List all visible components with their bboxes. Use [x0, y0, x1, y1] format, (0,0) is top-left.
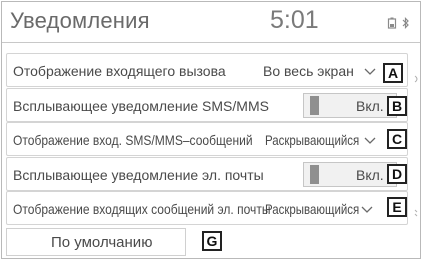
- toggle-indicator: [310, 96, 319, 115]
- toggle-indicator: [310, 165, 319, 184]
- page-title: Уведомления: [10, 8, 150, 33]
- default-button[interactable]: По умолчанию: [6, 228, 186, 256]
- scroll-indicator: [414, 70, 420, 83]
- email-message-display-value: Раскрывающийся: [265, 201, 360, 217]
- phone-battery-icon: [387, 16, 397, 34]
- sms-popup-notification-label: Всплывающее уведомление SMS/MMS: [13, 98, 269, 114]
- bluetooth-icon: [402, 16, 410, 34]
- clock: 5:01: [270, 6, 319, 34]
- callout-a: A: [383, 63, 403, 83]
- toggle-label: Вкл.: [356, 98, 384, 114]
- sms-popup-notification-row[interactable]: Всплывающее уведомление SMS/MMS Вкл.: [6, 88, 408, 122]
- sms-message-display-value: Раскрывающийся: [265, 132, 360, 148]
- email-popup-notification-row[interactable]: Всплывающее уведомление эл. почты Вкл.: [6, 157, 408, 191]
- email-popup-notification-label: Всплывающее уведомление эл. почты: [13, 167, 264, 183]
- email-popup-toggle[interactable]: Вкл.: [303, 162, 397, 187]
- chevron-down-icon: [361, 202, 373, 220]
- scroll-indicator: [414, 204, 420, 217]
- chevron-down-icon: [364, 133, 376, 151]
- callout-c: C: [387, 129, 407, 149]
- callout-b: B: [387, 96, 407, 116]
- sms-message-display-label: Отображение вход. SMS/MMS–сообщений: [13, 132, 253, 148]
- header: Уведомления 5:01: [2, 2, 420, 43]
- incoming-call-display-row[interactable]: Отображение входящего вызова Во весь экр…: [6, 53, 408, 87]
- default-button-label: По умолчанию: [51, 234, 153, 251]
- incoming-call-display-label: Отображение входящего вызова: [13, 63, 226, 79]
- toggle-label: Вкл.: [356, 167, 384, 183]
- notifications-screen: Уведомления 5:01 Отображение входящего в…: [1, 1, 421, 259]
- sms-message-display-row[interactable]: Отображение вход. SMS/MMS–сообщений Раск…: [6, 122, 408, 156]
- callout-g: G: [202, 231, 222, 251]
- email-message-display-label: Отображение входящих сообщений эл. почты: [13, 201, 271, 217]
- chevron-down-icon: [364, 64, 376, 82]
- callout-d: D: [387, 164, 407, 184]
- sms-popup-toggle[interactable]: Вкл.: [303, 93, 397, 118]
- incoming-call-display-value: Во весь экран: [263, 63, 354, 79]
- callout-e: E: [387, 197, 407, 217]
- email-message-display-row[interactable]: Отображение входящих сообщений эл. почты…: [6, 191, 408, 225]
